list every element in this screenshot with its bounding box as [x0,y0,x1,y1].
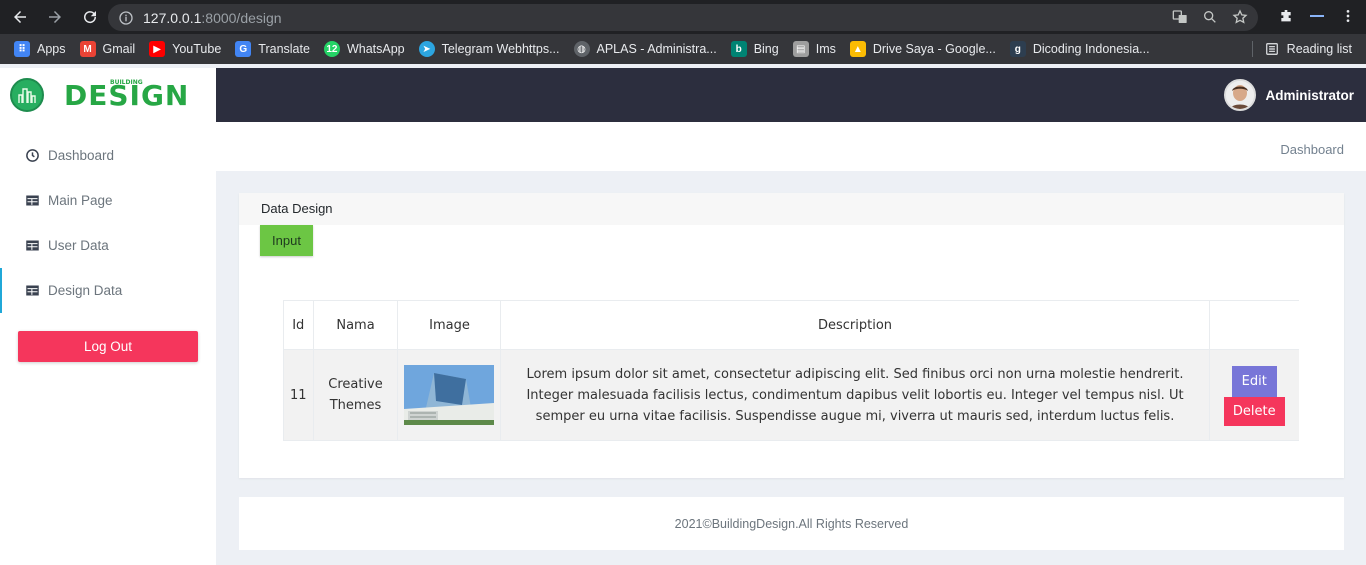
youtube-icon: ▶ [149,41,166,57]
sidebar-item-design-data[interactable]: Design Data [0,268,216,313]
bing-icon: b [730,41,747,57]
dicoding-icon: g [1009,41,1026,57]
menu-dots-icon[interactable] [1340,8,1356,24]
column-header-image: Image [397,300,502,350]
info-icon[interactable] [118,10,134,26]
logo[interactable]: DESIGN BUILDING [0,68,216,122]
translate-icon[interactable] [1172,9,1188,25]
bookmark-telegram[interactable]: ➤ Telegram Webhttps... [418,41,560,57]
building-logo-icon [10,78,44,112]
drive-icon: ▲ [849,41,866,57]
globe-icon: ◍ [573,41,590,57]
star-icon[interactable] [1232,9,1248,25]
telegram-icon: ➤ [418,41,435,57]
breadcrumb-bar: Dashboard [216,122,1366,171]
sidebar-item-label: Design Data [48,283,123,298]
edit-button[interactable]: Edit [1231,366,1277,397]
table-header-row: Id Nama Image Description [283,300,1299,350]
forward-icon[interactable] [44,6,66,28]
card-title: Data Design [239,193,1344,225]
bookmark-aplas[interactable]: ◍ APLAS - Administra... [573,41,717,57]
design-table: Id Nama Image Description 11 Creative Th… [283,300,1299,441]
apps-icon: ⠿ [14,41,30,57]
table-row: 11 Creative Themes Lorem ipsum dolor sit… [283,349,1299,441]
bookmark-ims[interactable]: ▤ Ims [792,41,836,57]
cell-image [397,349,502,441]
bookmark-translate[interactable]: G Translate [235,41,310,57]
zoom-icon[interactable] [1202,9,1218,25]
table-icon [26,240,39,251]
profile-icon[interactable] [1310,15,1324,17]
breadcrumb[interactable]: Dashboard [1280,142,1344,157]
top-navbar: Administrator [216,68,1366,122]
logo-text: DESIGN BUILDING [64,78,190,112]
sidebar-item-user-data[interactable]: User Data [0,223,216,268]
sidebar-item-label: User Data [48,238,109,253]
bookmarks-bar: ⠿ Apps M Gmail ▶ YouTube G Translate 12 Whats… [0,34,1366,64]
extensions-icon[interactable] [1278,8,1294,24]
column-header-description: Description [500,300,1210,350]
table-icon [26,285,39,296]
bookmark-whatsapp[interactable]: 12 WhatsApp [323,41,405,57]
column-header-actions [1208,300,1299,350]
reading-list-icon [1265,43,1278,55]
building-image [404,365,495,425]
sidebar-menu: Dashboard Main Page User Data Design Dat… [0,133,216,313]
logout-button[interactable]: Log Out [18,331,198,362]
cell-actions: Edit Delete [1208,349,1299,441]
cell-description: Lorem ipsum dolor sit amet, consectetur … [500,349,1210,441]
column-header-nama: Nama [312,300,399,350]
bookmark-drive[interactable]: ▲ Drive Saya - Google... [849,41,996,57]
input-button[interactable]: Input [260,225,313,256]
delete-button[interactable]: Delete [1223,397,1285,426]
sidebar-item-dashboard[interactable]: Dashboard [0,133,216,178]
avatar [1224,79,1257,111]
sidebar: DESIGN BUILDING Dashboard Main Page User… [0,68,216,565]
clock-icon [26,149,39,162]
column-header-id: Id [283,300,314,350]
logo-subtext: BUILDING [110,78,143,86]
reading-list[interactable]: Reading list [1251,41,1352,57]
user-menu[interactable]: Administrator [1224,79,1354,111]
whatsapp-icon: 12 [323,41,340,57]
address-bar[interactable]: 127.0.0.1:8000/design [108,4,1258,31]
divider [1251,41,1253,57]
data-design-card: Data Design Input Id Nama Image Descript… [239,193,1344,478]
bookmark-youtube[interactable]: ▶ YouTube [149,41,221,57]
back-icon[interactable] [9,6,31,28]
ims-icon: ▤ [792,41,809,57]
bookmark-apps[interactable]: ⠿ Apps [14,41,66,57]
cell-id: 11 [283,349,314,441]
sidebar-item-label: Main Page [48,193,113,208]
gmail-icon: M [79,41,96,57]
footer-text: 2021©BuildingDesign.All Rights Reserved [674,516,909,531]
url-text: 127.0.0.1:8000/design [143,9,282,26]
user-name: Administrator [1265,87,1354,103]
bookmark-gmail[interactable]: M Gmail [79,41,135,57]
table-icon [26,195,39,206]
sidebar-item-label: Dashboard [48,148,115,163]
browser-toolbar: 127.0.0.1:8000/design [0,0,1366,34]
reload-icon[interactable] [79,6,101,28]
cell-nama: Creative Themes [312,349,399,441]
footer: 2021©BuildingDesign.All Rights Reserved [239,497,1344,550]
bookmark-bing[interactable]: b Bing [730,41,779,57]
bookmark-dicoding[interactable]: g Dicoding Indonesia... [1009,41,1150,57]
translate-icon: G [235,41,252,57]
sidebar-item-main-page[interactable]: Main Page [0,178,216,223]
